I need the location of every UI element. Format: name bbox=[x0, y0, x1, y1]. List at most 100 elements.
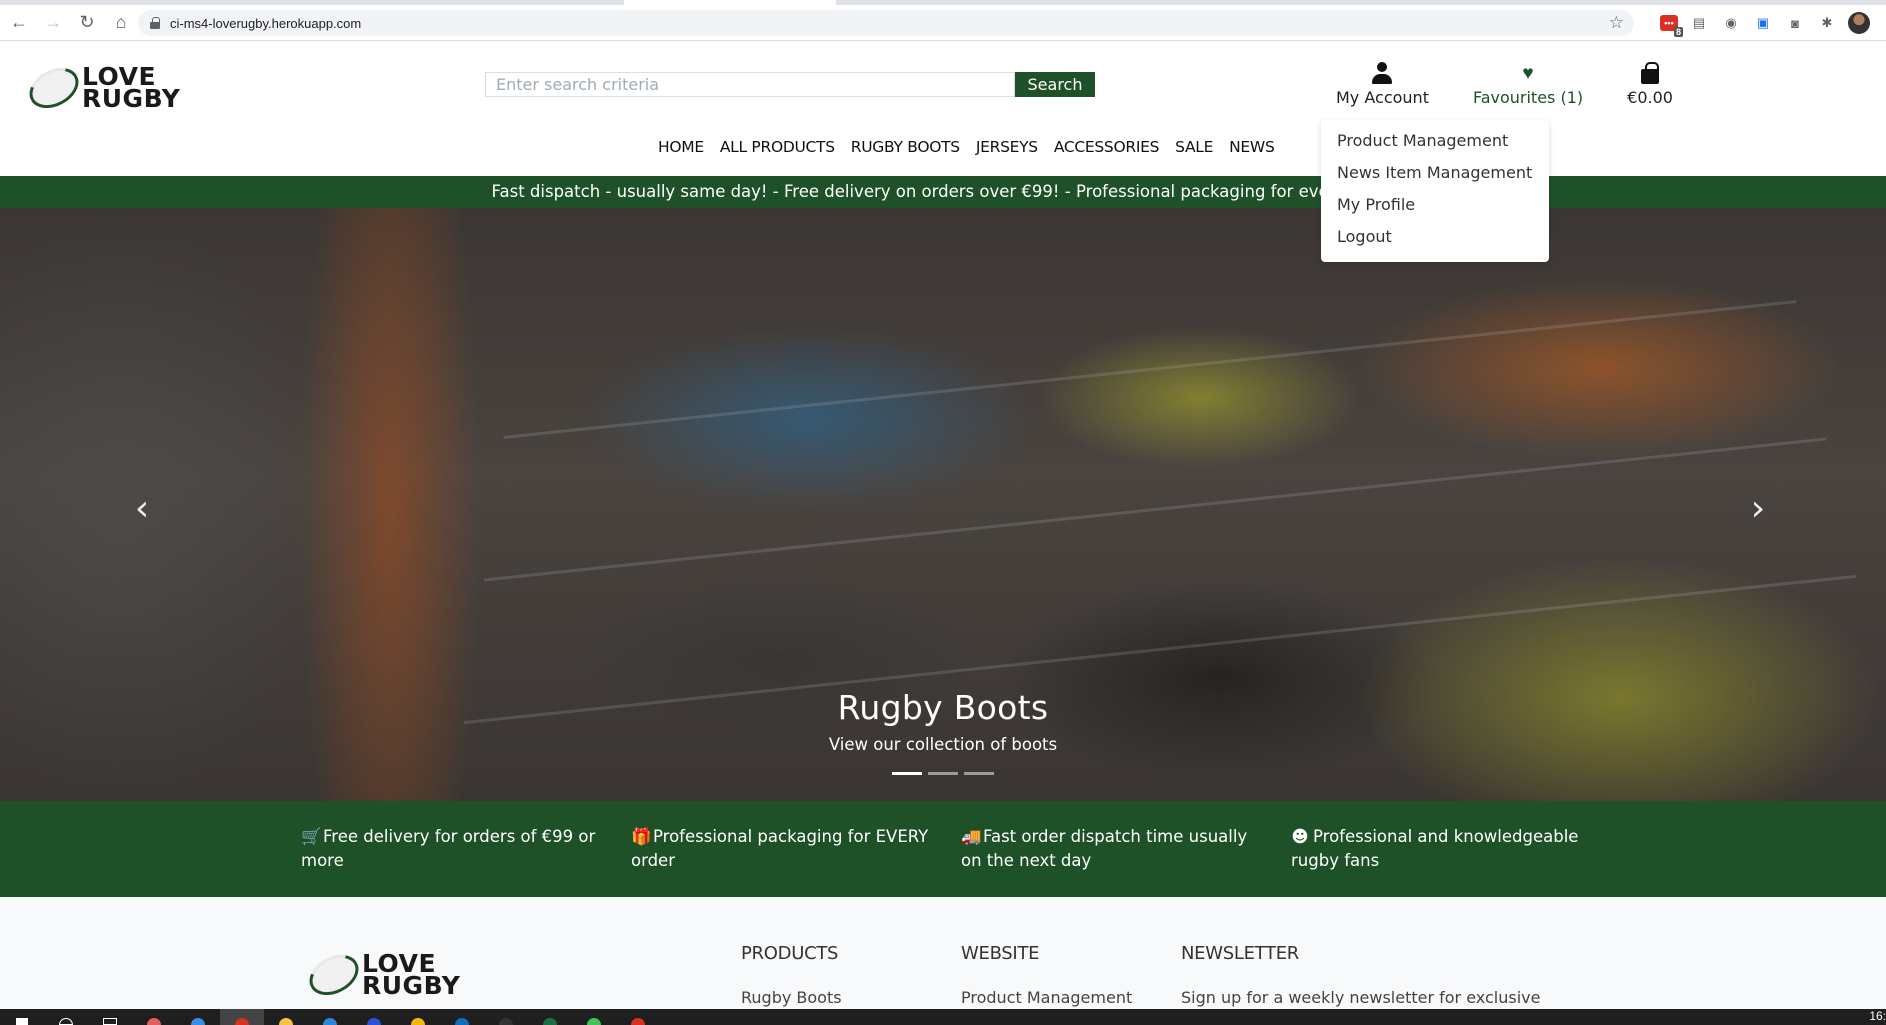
heart-icon: ♥ bbox=[1522, 63, 1534, 84]
site-logo[interactable]: LOVE RUGBY bbox=[28, 62, 208, 114]
carousel-subtitle: View our collection of boots bbox=[828, 735, 1058, 754]
logo-text: LOVE RUGBY bbox=[82, 64, 180, 111]
rugby-ball-icon bbox=[303, 947, 366, 1003]
extensions-bar: ••• 8 ▤ ◉ ▣ ◙ ✱ bbox=[1660, 12, 1870, 37]
taskbar-outlook-icon[interactable] bbox=[440, 1009, 484, 1025]
carousel-title: Rugby Boots bbox=[837, 688, 1049, 727]
menu-item-logout[interactable]: Logout bbox=[1321, 224, 1549, 256]
taskbar-ie-icon[interactable] bbox=[176, 1009, 220, 1025]
nav-sale[interactable]: SALE bbox=[1175, 138, 1213, 156]
footer-heading: PRODUCTS bbox=[741, 943, 839, 964]
menu-item-news-item-management[interactable]: News Item Management bbox=[1321, 160, 1549, 192]
extensions-puzzle-icon[interactable]: ✱ bbox=[1816, 12, 1838, 34]
footer-heading: NEWSLETTER bbox=[1181, 943, 1300, 964]
os-taskbar: 16: bbox=[0, 1009, 1886, 1025]
feature-packaging: 🎁Professional packaging for EVERY order bbox=[631, 825, 941, 873]
taskbar-app-icon[interactable] bbox=[352, 1009, 396, 1025]
cart-plus-icon: 🛒 bbox=[301, 827, 322, 846]
taskbar-app-icon[interactable] bbox=[616, 1009, 660, 1025]
nav-news[interactable]: NEWS bbox=[1229, 138, 1275, 156]
footer-col-products: PRODUCTS Rugby Boots bbox=[741, 943, 842, 1007]
carousel-caption: Rugby Boots View our collection of boots bbox=[0, 688, 1886, 754]
nav-jerseys[interactable]: JERSEYS bbox=[976, 138, 1038, 156]
feature-text: Professional and knowledgeable rugby fan… bbox=[1291, 827, 1579, 870]
profile-avatar[interactable] bbox=[1848, 12, 1870, 34]
newsletter-description: Sign up for a weekly newsletter for excl… bbox=[1181, 988, 1541, 1007]
shipping-fast-icon: 🚚 bbox=[961, 827, 982, 846]
task-view-icon[interactable] bbox=[88, 1009, 132, 1025]
lastpass-icon[interactable]: ••• 8 bbox=[1660, 15, 1683, 37]
windows-start-icon[interactable] bbox=[0, 1009, 44, 1025]
carousel-next-button[interactable]: › bbox=[1738, 488, 1778, 529]
basket-button[interactable]: €0.00 bbox=[1627, 60, 1673, 107]
site-header: LOVE RUGBY Search HOME ALL PRODUCTS RUGB… bbox=[0, 42, 1886, 176]
extension-badge: 8 bbox=[1673, 27, 1683, 37]
favourites-label: Favourites (1) bbox=[1472, 88, 1584, 107]
feature-text: Professional packaging for EVERY order bbox=[631, 827, 929, 870]
feature-text: Free delivery for orders of €99 or more bbox=[301, 827, 596, 870]
lock-icon[interactable] bbox=[150, 17, 160, 29]
footer-col-website: WEBSITE Product Management bbox=[961, 943, 1132, 1007]
account-dropdown-menu: Product Management News Item Management … bbox=[1321, 120, 1549, 262]
browser-toolbar: ← → ↻ ⌂ ci-ms4-loverugby.herokuapp.com ☆… bbox=[0, 5, 1886, 41]
carousel-indicator-2[interactable] bbox=[928, 772, 958, 775]
camera-icon[interactable]: ◙ bbox=[1784, 12, 1806, 34]
address-bar[interactable]: ci-ms4-loverugby.herokuapp.com ☆ bbox=[138, 10, 1634, 36]
shelf-decoration bbox=[503, 300, 1797, 439]
footer-logo[interactable]: LOVE RUGBY bbox=[308, 951, 460, 998]
feature-text: Fast order dispatch time usually on the … bbox=[961, 827, 1248, 870]
footer-col-newsletter: NEWSLETTER Sign up for a weekly newslett… bbox=[1181, 943, 1540, 1007]
monitor-extension-icon[interactable]: ▤ bbox=[1688, 12, 1710, 34]
site-footer: LOVE RUGBY PRODUCTS Rugby Boots WEBSITE … bbox=[0, 897, 1886, 1009]
search-button[interactable]: Search bbox=[1015, 72, 1095, 97]
carousel-indicator-1[interactable] bbox=[892, 772, 922, 775]
taskbar-search-icon[interactable] bbox=[44, 1009, 88, 1025]
nav-all-products[interactable]: ALL PRODUCTS bbox=[720, 138, 835, 156]
url-text[interactable]: ci-ms4-loverugby.herokuapp.com bbox=[170, 16, 361, 31]
smile-icon: ☻ bbox=[1291, 827, 1309, 846]
home-icon[interactable]: ⌂ bbox=[106, 8, 136, 38]
shopping-bag-icon bbox=[1641, 62, 1660, 84]
reload-icon[interactable]: ↻ bbox=[72, 8, 102, 38]
taskbar-app-icon[interactable] bbox=[132, 1009, 176, 1025]
taskbar-clock[interactable]: 16: bbox=[1869, 1009, 1886, 1023]
my-account-label: My Account bbox=[1336, 88, 1429, 107]
bookmark-star-icon[interactable]: ☆ bbox=[1609, 13, 1624, 33]
back-icon[interactable]: ← bbox=[4, 8, 34, 38]
carousel-indicator-3[interactable] bbox=[964, 772, 994, 775]
menu-item-product-management[interactable]: Product Management bbox=[1321, 128, 1549, 160]
menu-item-my-profile[interactable]: My Profile bbox=[1321, 192, 1549, 224]
footer-logo-text: LOVE RUGBY bbox=[362, 951, 460, 998]
taskbar-folder-icon[interactable] bbox=[264, 1009, 308, 1025]
shelf-decoration bbox=[483, 437, 1827, 582]
taskbar-excel-icon[interactable] bbox=[528, 1009, 572, 1025]
hero-carousel: ‹ › Rugby Boots View our collection of b… bbox=[0, 208, 1886, 801]
forward-icon[interactable]: → bbox=[38, 8, 68, 38]
nav-home[interactable]: HOME bbox=[658, 138, 704, 156]
favourites-button[interactable]: ♥ Favourites (1) bbox=[1472, 60, 1584, 108]
search-form: Search bbox=[485, 72, 1095, 97]
main-nav: HOME ALL PRODUCTS RUGBY BOOTS JERSEYS AC… bbox=[658, 138, 1275, 156]
user-icon bbox=[1372, 62, 1393, 84]
footer-heading: WEBSITE bbox=[961, 943, 1040, 964]
features-strip: 🛒Free delivery for orders of €99 or more… bbox=[0, 801, 1886, 897]
screen-recorder-icon[interactable]: ▣ bbox=[1752, 12, 1774, 34]
taskbar-app-icon[interactable] bbox=[572, 1009, 616, 1025]
my-account-button[interactable]: My Account bbox=[1336, 60, 1429, 107]
footer-link-product-management[interactable]: Product Management bbox=[961, 988, 1132, 1007]
wappalyzer-icon[interactable]: ◉ bbox=[1720, 12, 1742, 34]
footer-link-rugby-boots[interactable]: Rugby Boots bbox=[741, 988, 842, 1007]
carousel-prev-button[interactable]: ‹ bbox=[122, 488, 162, 529]
nav-accessories[interactable]: ACCESSORIES bbox=[1054, 138, 1160, 156]
feature-fast-dispatch: 🚚Fast order dispatch time usually on the… bbox=[961, 825, 1271, 873]
taskbar-chrome-icon[interactable] bbox=[220, 1009, 264, 1025]
feature-free-delivery: 🛒Free delivery for orders of €99 or more bbox=[301, 825, 611, 873]
taskbar-app-icon[interactable] bbox=[484, 1009, 528, 1025]
carousel-indicators bbox=[0, 772, 1886, 775]
taskbar-app-icon[interactable] bbox=[308, 1009, 352, 1025]
nav-rugby-boots[interactable]: RUGBY BOOTS bbox=[851, 138, 960, 156]
basket-total: €0.00 bbox=[1627, 88, 1673, 107]
search-input[interactable] bbox=[485, 72, 1015, 97]
rugby-ball-icon bbox=[23, 60, 86, 116]
taskbar-app-icon[interactable] bbox=[396, 1009, 440, 1025]
